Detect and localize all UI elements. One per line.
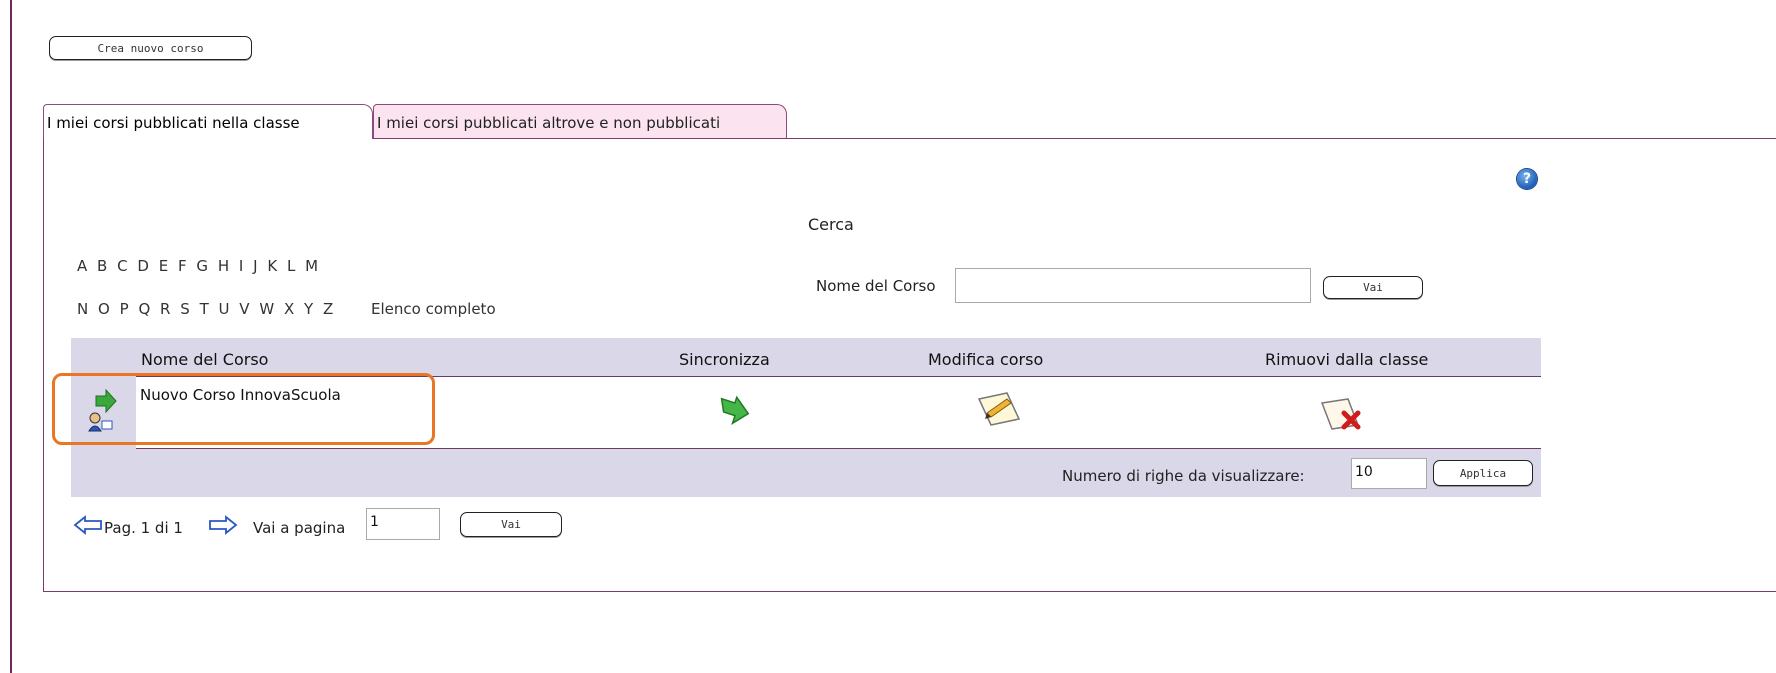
tab-published-in-class[interactable]: I miei corsi pubblicati nella classe <box>43 104 373 139</box>
goto-page-label: Vai a pagina <box>253 519 346 537</box>
letter-filter-f[interactable]: F <box>178 257 187 275</box>
edit-pencil-icon[interactable] <box>975 389 1025 433</box>
full-list-link[interactable]: Elenco completo <box>371 300 496 318</box>
letter-filter-z[interactable]: Z <box>323 300 333 318</box>
course-name-label: Nome del Corso <box>816 277 936 295</box>
letter-filter-t[interactable]: T <box>200 300 209 318</box>
apply-button[interactable]: Applica <box>1433 460 1533 486</box>
letter-filter-d[interactable]: D <box>137 257 149 275</box>
alphabet-filter-row-2: N O P Q R S T U V W X Y Z Elenco complet… <box>77 300 496 318</box>
letter-filter-r[interactable]: R <box>160 300 170 318</box>
sync-arrow-icon[interactable] <box>715 393 753 429</box>
column-header-remove: Rimuovi dalla classe <box>1265 350 1429 369</box>
alphabet-filter-row-1: A B C D E F G H I J K L M <box>77 257 323 275</box>
page-indicator: Pag. 1 di 1 <box>104 519 183 537</box>
column-header-sync: Sincronizza <box>679 350 770 369</box>
search-go-button[interactable]: Vai <box>1323 276 1423 299</box>
remove-x-icon[interactable] <box>1318 393 1368 437</box>
letter-filter-i[interactable]: I <box>239 257 243 275</box>
letter-filter-x[interactable]: X <box>284 300 294 318</box>
table-header: Nome del Corso Sincronizza Modifica cors… <box>71 338 1541 376</box>
letter-filter-p[interactable]: P <box>120 300 129 318</box>
letter-filter-s[interactable]: S <box>180 300 190 318</box>
rows-per-page-label: Numero di righe da visualizzare: <box>1062 467 1305 485</box>
letter-filter-m[interactable]: M <box>305 257 318 275</box>
help-icon[interactable]: ? <box>1517 169 1537 189</box>
letter-filter-h[interactable]: H <box>218 257 229 275</box>
letter-filter-y[interactable]: Y <box>304 300 313 318</box>
column-header-edit: Modifica corso <box>928 350 1044 369</box>
rows-per-page-input[interactable]: 10 <box>1351 458 1427 489</box>
letter-filter-e[interactable]: E <box>159 257 168 275</box>
column-header-course-name: Nome del Corso <box>141 350 269 369</box>
letter-filter-w[interactable]: W <box>259 300 274 318</box>
goto-page-input[interactable]: 1 <box>366 508 440 540</box>
letter-filter-j[interactable]: J <box>253 257 257 275</box>
next-page-icon[interactable] <box>208 515 238 539</box>
letter-filter-k[interactable]: K <box>267 257 277 275</box>
letter-filter-c[interactable]: C <box>117 257 127 275</box>
goto-page-button[interactable]: Vai <box>460 512 562 537</box>
letter-filter-g[interactable]: G <box>196 257 208 275</box>
tab-published-elsewhere[interactable]: I miei corsi pubblicati altrove e non pu… <box>373 104 787 139</box>
previous-page-icon[interactable] <box>73 515 103 539</box>
left-border <box>10 0 12 673</box>
letter-filter-n[interactable]: N <box>77 300 88 318</box>
letter-filter-l[interactable]: L <box>287 257 295 275</box>
row-highlight <box>52 373 435 445</box>
letter-filter-u[interactable]: U <box>219 300 230 318</box>
course-name-input[interactable] <box>955 268 1311 303</box>
letter-filter-o[interactable]: O <box>98 300 110 318</box>
create-course-button[interactable]: Crea nuovo corso <box>49 36 252 60</box>
letter-filter-v[interactable]: V <box>239 300 249 318</box>
letter-filter-b[interactable]: B <box>97 257 107 275</box>
search-title: Cerca <box>808 215 854 234</box>
letter-filter-q[interactable]: Q <box>138 300 150 318</box>
letter-filter-a[interactable]: A <box>77 257 87 275</box>
